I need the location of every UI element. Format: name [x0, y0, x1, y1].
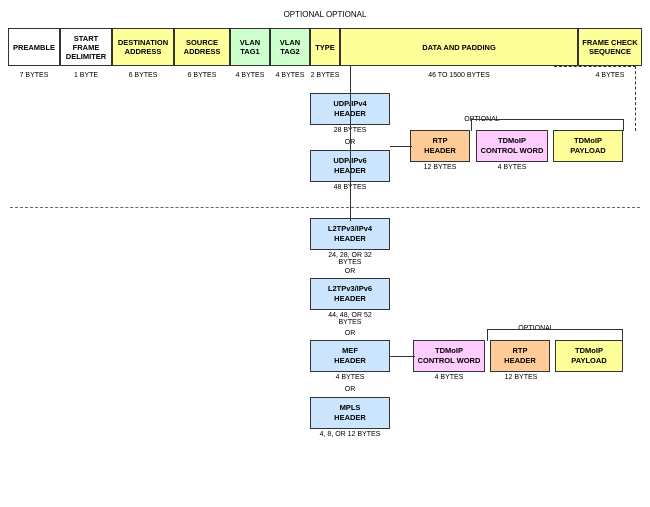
tdmoip-control-lower-box: TDMoIPCONTROL WORD: [413, 340, 485, 372]
tdmoip-control-bytes-lower: 4 BYTES: [413, 374, 485, 381]
hline-opt-top: [471, 119, 623, 120]
vline-opt-left: [471, 119, 472, 131]
tdmoip-control-upper-box: TDMoIPCONTROL WORD: [476, 130, 548, 162]
network-diagram: OPTIONAL OPTIONAL PREAMBLE START FRAME D…: [0, 0, 650, 507]
type-bytes: 2 BYTES: [310, 68, 340, 82]
data-bytes: 46 TO 1500 BYTES: [340, 68, 578, 82]
mpls-header-box: MPLSHEADER: [310, 397, 390, 429]
mef-bytes: 4 BYTES: [310, 374, 390, 381]
bytes-row: 7 BYTES 1 BYTE 6 BYTES 6 BYTES 4 BYTES 4…: [8, 68, 642, 82]
tdmoip-payload-upper-box: TDMoIPPAYLOAD: [553, 130, 623, 162]
vline-frame-upper: [350, 66, 351, 94]
dest-addr-cell: DESTINATION ADDRESS: [112, 28, 174, 66]
l2tpv3-ipv4-bytes: 24, 28, OR 32BYTES: [305, 252, 395, 266]
src-addr-cell: SOURCE ADDRESS: [174, 28, 230, 66]
or-label-4: OR: [310, 386, 390, 393]
optional-top-label: OPTIONAL OPTIONAL: [0, 10, 650, 19]
l2tpv3-ipv6-bytes: 44, 48, OR 52BYTES: [305, 312, 395, 326]
type-cell: TYPE: [310, 28, 340, 66]
hline-lower-connect: [390, 356, 415, 357]
dest-bytes: 6 BYTES: [112, 68, 174, 82]
rtp-header-lower-box: RTPHEADER: [490, 340, 550, 372]
mef-header-box: MEFHEADER: [310, 340, 390, 372]
preamble-cell: PREAMBLE: [8, 28, 60, 66]
vline-opt-right: [623, 119, 624, 131]
src-bytes: 6 BYTES: [174, 68, 230, 82]
rtp-bytes-upper: 12 BYTES: [405, 164, 475, 171]
fcs-bytes: 4 BYTES: [578, 68, 642, 82]
or-label-3: OR: [310, 330, 390, 337]
sfd-bytes: 1 BYTE: [60, 68, 112, 82]
vlan-tag1-cell: VLAN TAG1: [230, 28, 270, 66]
vline-opt-lower-left: [487, 329, 488, 341]
l2tpv3-ipv4-box: L2TPv3/IPv4HEADER: [310, 218, 390, 250]
vline-opt-lower-right: [622, 329, 623, 341]
vlan2-bytes: 4 BYTES: [270, 68, 310, 82]
preamble-bytes: 7 BYTES: [8, 68, 60, 82]
mpls-bytes: 4, 8, OR 12 BYTES: [305, 431, 395, 438]
dline-fcs: [554, 66, 636, 67]
rtp-header-upper-box: RTPHEADER: [410, 130, 470, 162]
ethernet-frame-row: PREAMBLE START FRAME DELIMITER DESTINATI…: [8, 28, 642, 66]
hline-upper-connect: [390, 146, 412, 147]
vlan-tag2-cell: VLAN TAG2: [270, 28, 310, 66]
or-label-2: OR: [310, 268, 390, 275]
start-frame-cell: START FRAME DELIMITER: [60, 28, 112, 66]
l2tpv3-ipv6-box: L2TPv3/IPv6HEADER: [310, 278, 390, 310]
data-padding-cell: DATA AND PADDING: [340, 28, 578, 66]
section-divider: [10, 207, 640, 208]
hline-opt-lower: [487, 329, 622, 330]
vlan1-bytes: 4 BYTES: [230, 68, 270, 82]
tdmoip-control-bytes-upper: 4 BYTES: [476, 164, 548, 171]
frame-check-cell: FRAME CHECK SEQUENCE: [578, 28, 642, 66]
rtp-bytes-lower: 12 BYTES: [487, 374, 555, 381]
dvline-fcs: [635, 66, 636, 131]
tdmoip-payload-lower-box: TDMoIPPAYLOAD: [555, 340, 623, 372]
